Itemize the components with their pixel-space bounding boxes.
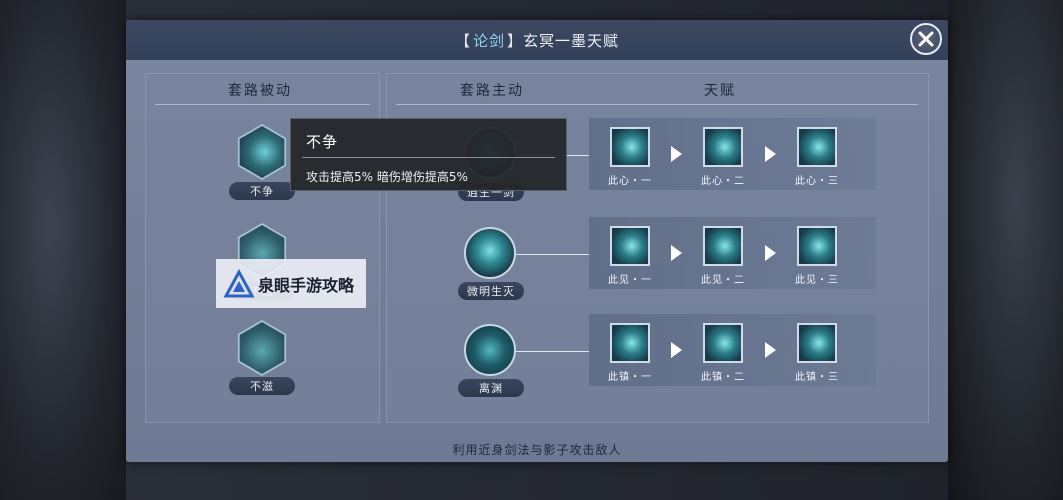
talent-label: 此见・三 <box>795 275 839 286</box>
talent-icon[interactable] <box>797 323 837 363</box>
arrow-right-icon <box>671 146 682 162</box>
bracket-close: 】 <box>507 31 524 50</box>
divider <box>396 104 918 105</box>
background-right <box>948 0 1063 500</box>
active-label: 微明生灭 <box>458 282 524 300</box>
talent-label: 此心・三 <box>795 176 839 187</box>
watermark-text: 泉眼手游攻略 <box>258 275 355 295</box>
background-left <box>0 0 126 500</box>
talent-icon[interactable] <box>797 127 837 167</box>
passive-column-title: 套路被动 <box>228 83 292 99</box>
warrior-circle-icon <box>464 324 516 376</box>
passive-label: 不滋 <box>229 377 295 395</box>
active-label: 离渊 <box>458 379 524 397</box>
talent-icon[interactable] <box>703 127 743 167</box>
talent-label: 此心・一 <box>608 176 652 187</box>
talent-icon[interactable] <box>610 127 650 167</box>
bracket-open: 【 <box>454 31 471 50</box>
connector-line <box>516 254 589 255</box>
close-icon <box>918 31 934 47</box>
arrow-right-icon <box>671 342 682 358</box>
talent-icon[interactable] <box>610 226 650 266</box>
panel-header: 【 论剑 】 玄冥一墨天赋 <box>126 20 948 60</box>
talent-label: 此心・二 <box>701 176 745 187</box>
talent-column-title: 天赋 <box>704 83 736 99</box>
triangle-logo-icon <box>223 268 255 297</box>
divider <box>155 104 370 105</box>
slash-circle-icon <box>464 227 516 279</box>
arrow-right-icon <box>765 342 776 358</box>
talent-label: 此镇・二 <box>701 372 745 383</box>
description-footer: 利用近身剑法与影子攻击敌人 <box>452 443 622 457</box>
close-button[interactable] <box>910 23 942 55</box>
talent-row-1: 此见・一 此见・二 此见・三 <box>589 217 876 289</box>
talent-label: 此见・二 <box>701 275 745 286</box>
talent-panel: 【 论剑 】 玄冥一墨天赋 套路被动 套路主动 天赋 不争 不遣 不滋 逍生一剑… <box>126 20 948 462</box>
talent-row-0: 此心・一 此心・二 此心・三 <box>589 118 876 190</box>
talent-icon[interactable] <box>703 226 743 266</box>
talent-label: 此镇・三 <box>795 372 839 383</box>
passive-label: 不争 <box>229 182 295 200</box>
watermark: 泉眼手游攻略 <box>216 259 366 308</box>
header-title: 玄冥一墨天赋 <box>523 31 620 50</box>
talent-row-2: 此镇・一 此镇・二 此镇・三 <box>589 314 876 386</box>
talent-icon[interactable] <box>703 323 743 363</box>
talent-label: 此见・一 <box>608 275 652 286</box>
skill-tooltip: 不争 攻击提高5% 暗伤增伤提高5% <box>290 118 567 191</box>
tooltip-divider <box>302 157 555 158</box>
tooltip-title: 不争 <box>306 133 339 151</box>
arrow-right-icon <box>765 146 776 162</box>
talent-label: 此镇・一 <box>608 372 652 383</box>
talent-icon[interactable] <box>610 323 650 363</box>
connector-line <box>516 351 589 352</box>
header-subtitle: 论剑 <box>472 31 505 50</box>
active-column-title: 套路主动 <box>460 83 524 99</box>
tooltip-description: 攻击提高5% 暗伤增伤提高5% <box>306 170 468 184</box>
arrow-right-icon <box>765 245 776 261</box>
arrow-right-icon <box>671 245 682 261</box>
talent-icon[interactable] <box>797 226 837 266</box>
